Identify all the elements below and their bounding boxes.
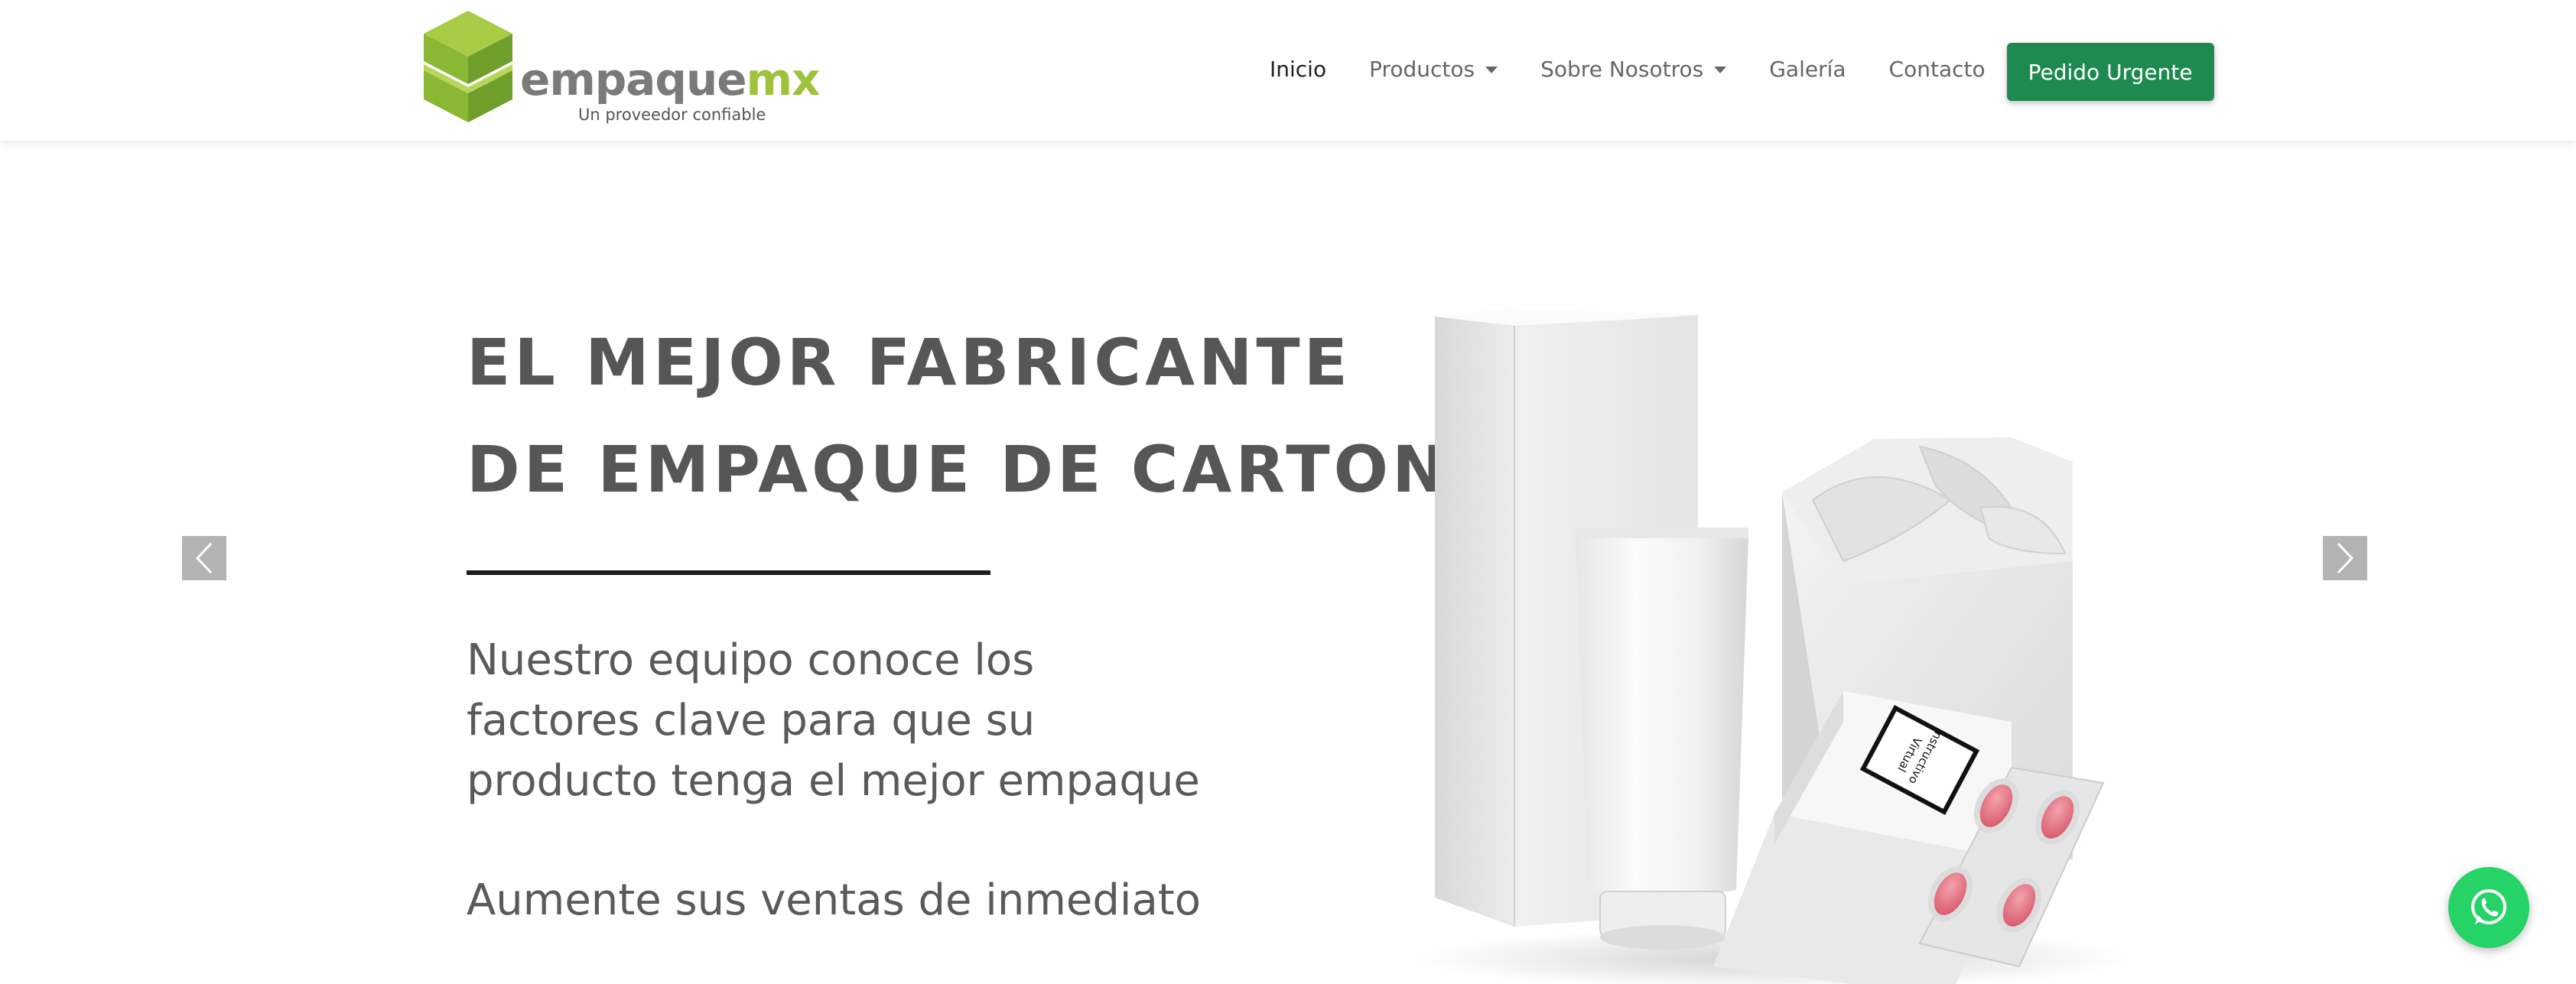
hero-description-line: producto tenga el mejor empaque: [467, 756, 1200, 806]
main-nav: Inicio Productos Sobre Nosotros Galería …: [1270, 38, 2214, 101]
nav-item-label: Galería: [1769, 56, 1846, 82]
carousel-prev-button[interactable]: [182, 536, 226, 580]
nav-item-sobre-nosotros[interactable]: Sobre Nosotros: [1540, 56, 1727, 82]
urgent-order-button[interactable]: Pedido Urgente: [2006, 43, 2214, 101]
cream-tube: [1576, 528, 1748, 950]
navbar: empaquemx Un proveedor confiable Inicio …: [0, 0, 2576, 141]
hero-description: Nuestro equipo conoce los factores clave…: [467, 630, 1231, 811]
hero-description-line: factores clave para que su: [467, 696, 1036, 745]
hero-subtext: Aumente sus ventas de inmediato: [467, 875, 1201, 925]
chevron-left-icon: [195, 542, 213, 574]
whatsapp-button[interactable]: [2448, 867, 2529, 948]
nav-item-label: Sobre Nosotros: [1540, 56, 1704, 82]
hero-carousel: EL MEJOR FABRICANTE DE EMPAQUE DE CARTON…: [0, 141, 2576, 984]
hero-title: EL MEJOR FABRICANTE DE EMPAQUE DE CARTON: [467, 309, 1450, 523]
whatsapp-icon: [2471, 889, 2506, 924]
brand-name: empaquemx: [520, 54, 820, 106]
chevron-right-icon: [2337, 542, 2354, 574]
brand-logo-link[interactable]: empaquemx Un proveedor confiable: [419, 8, 820, 130]
hero-title-line: DE EMPAQUE DE CARTON: [467, 432, 1450, 507]
nav-item-inicio[interactable]: Inicio: [1270, 57, 1326, 82]
hero-divider: [467, 570, 990, 575]
carousel-next-button[interactable]: [2323, 536, 2367, 580]
caret-down-icon: [1714, 66, 1727, 73]
packaging-illustration: Instructivo Virtual: [1415, 309, 2134, 984]
nav-item-contacto[interactable]: Contacto: [1889, 57, 1986, 82]
caret-down-icon: [1485, 66, 1498, 73]
hero-title-line: EL MEJOR FABRICANTE: [467, 325, 1352, 400]
brand-tagline: Un proveedor confiable: [578, 106, 766, 124]
nav-item-productos[interactable]: Productos: [1369, 57, 1498, 82]
cube-logo-icon: [424, 11, 512, 122]
hero-description-line: Nuestro equipo conoce los: [467, 635, 1035, 685]
nav-item-label: Contacto: [1888, 56, 1986, 82]
nav-item-label: Productos: [1369, 56, 1475, 82]
nav-item-label: Inicio: [1270, 56, 1327, 82]
nav-item-galeria[interactable]: Galería: [1769, 57, 1846, 82]
